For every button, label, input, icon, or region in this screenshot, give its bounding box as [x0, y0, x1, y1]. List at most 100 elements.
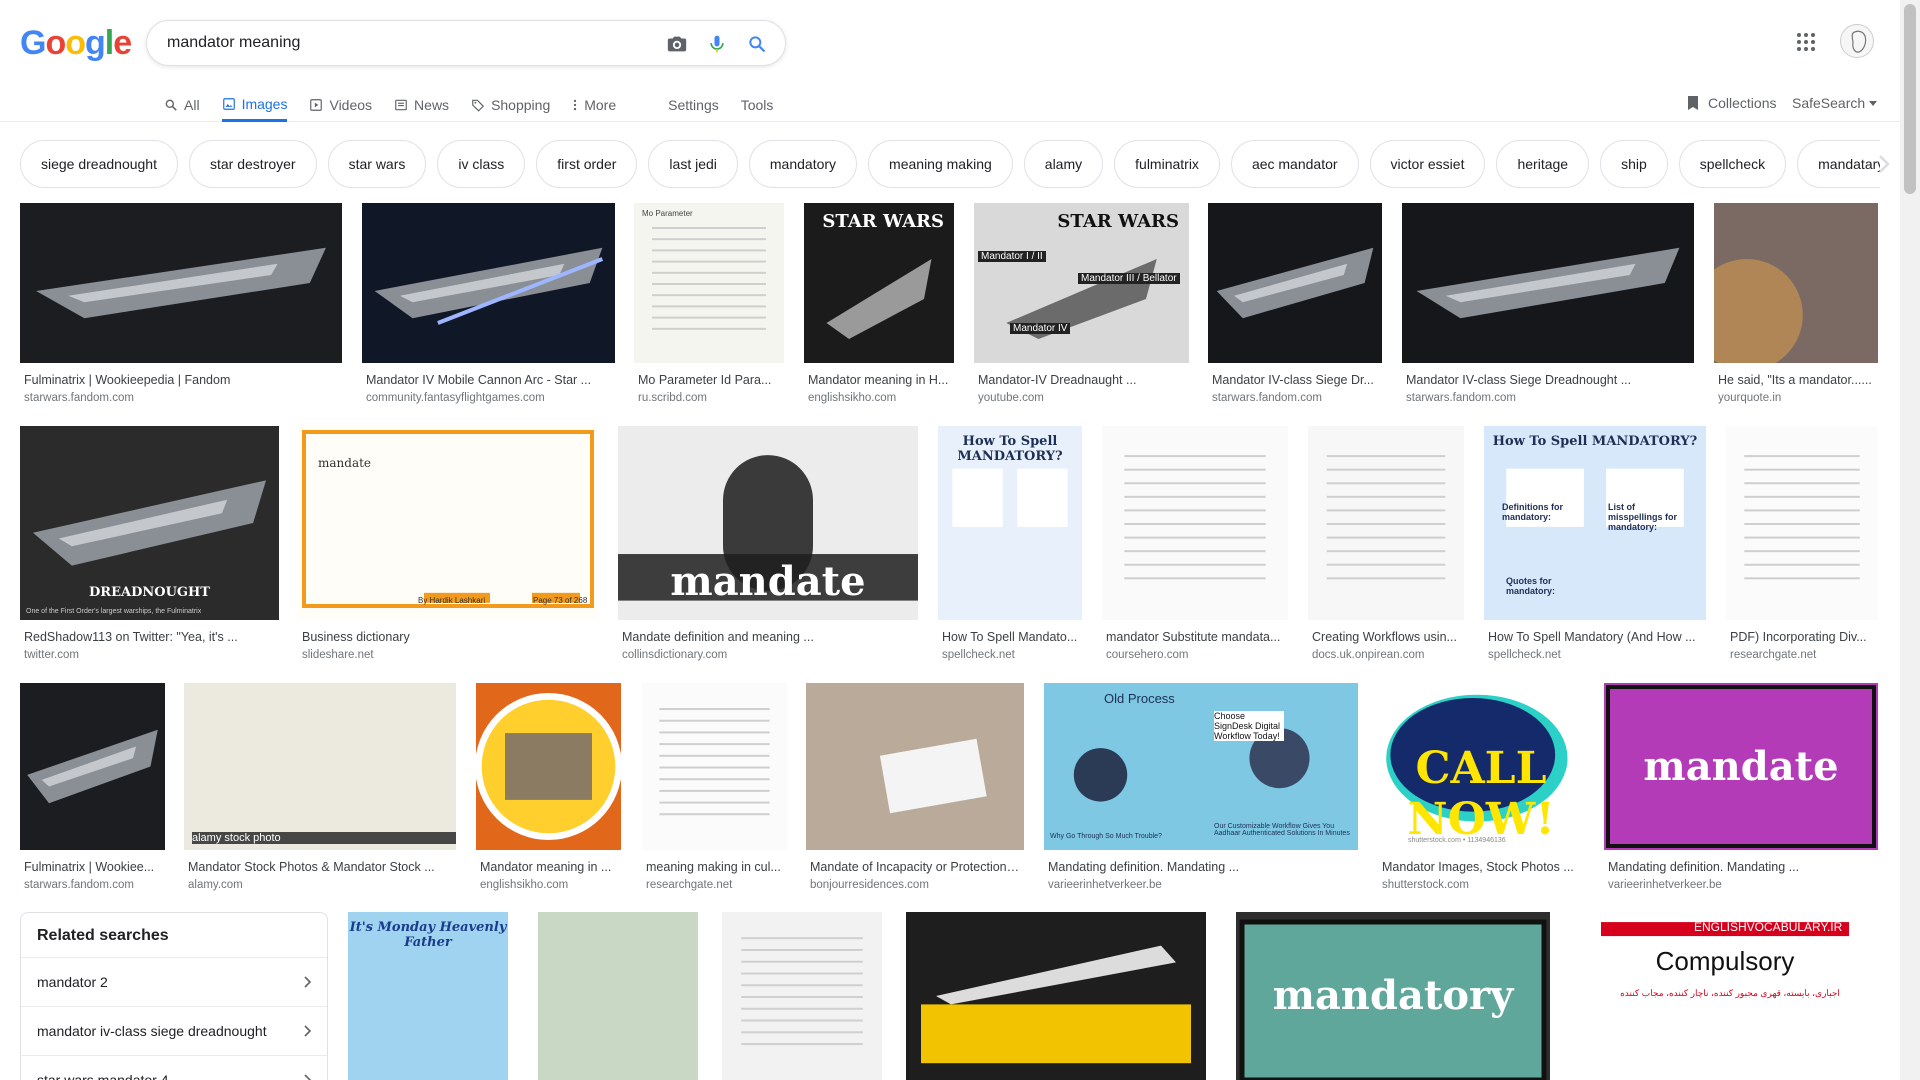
chips-next-arrow-icon[interactable]: [1876, 152, 1896, 176]
image-thumbnail[interactable]: [20, 203, 342, 363]
image-thumbnail[interactable]: mandate: [1604, 683, 1878, 850]
image-result[interactable]: Fulminatrix | Wookiee... starwars.fandom.…: [20, 683, 165, 898]
image-thumbnail[interactable]: Compulsory ENGLISHVOCABULARY.IR اجباری، با…: [1570, 912, 1880, 1080]
microphone-icon[interactable]: [705, 32, 729, 56]
image-thumbnail[interactable]: [906, 912, 1206, 1080]
image-result[interactable]: mandator Substitute mandata... coursehero…: [1102, 426, 1288, 668]
image-thumbnail[interactable]: [722, 912, 882, 1080]
result-title[interactable]: Mandator Images, Stock Photos ...: [1382, 860, 1580, 874]
image-thumbnail[interactable]: [1208, 203, 1382, 363]
image-result[interactable]: Fulminatrix | Wookieepedia | Fandom starw…: [20, 203, 342, 411]
image-result[interactable]: alamy stock photo Mandator Stock Photos &…: [184, 683, 456, 898]
image-result[interactable]: STAR WARS Mandator meaning in H... english…: [804, 203, 954, 411]
chip-mandatory[interactable]: mandatory: [748, 140, 858, 188]
image-thumbnail[interactable]: It's Monday Heavenly Father: [348, 912, 508, 1080]
image-result[interactable]: [538, 912, 698, 1080]
chip-siege-dreadnought[interactable]: siege dreadnought: [20, 140, 178, 188]
settings-link[interactable]: Settings: [668, 88, 719, 122]
image-thumbnail[interactable]: mandate: [618, 426, 918, 620]
scrollbar-thumb[interactable]: [1904, 4, 1916, 194]
apps-grid-icon[interactable]: [1794, 30, 1818, 54]
chip-star-wars[interactable]: star wars: [327, 140, 427, 188]
image-result[interactable]: Mandator IV-class Siege Dr... starwars.fa…: [1208, 203, 1382, 411]
image-result[interactable]: Mandator IV Mobile Cannon Arc - Star ...…: [362, 203, 615, 411]
image-thumbnail[interactable]: [1402, 203, 1694, 363]
tab-images[interactable]: Images: [221, 88, 288, 122]
result-title[interactable]: Business dictionary: [302, 630, 594, 644]
result-title[interactable]: Fulminatrix | Wookieepedia | Fandom: [24, 373, 338, 387]
chip-star-destroyer[interactable]: star destroyer: [189, 140, 317, 188]
result-title[interactable]: Mandating definition. Mandating ...: [1048, 860, 1354, 874]
image-result[interactable]: Compulsory ENGLISHVOCABULARY.IR اجباری، با…: [1570, 912, 1880, 1080]
result-title[interactable]: Creating Workflows usin...: [1312, 630, 1460, 644]
image-thumbnail[interactable]: CALL NOW! shutterstock.com • 1134946136: [1378, 683, 1584, 850]
result-title[interactable]: Mandator meaning in H...: [808, 373, 950, 387]
result-title[interactable]: Mandating definition. Mandating ...: [1608, 860, 1874, 874]
image-thumbnail[interactable]: [1726, 426, 1878, 620]
related-search-item[interactable]: star wars mandator 4: [21, 1055, 327, 1080]
result-title[interactable]: How To Spell Mandatory (And How ...: [1488, 630, 1702, 644]
chip-alamy[interactable]: alamy: [1023, 140, 1104, 188]
image-result[interactable]: Mo Parameter Mo Parameter Id Para... ru.sc…: [634, 203, 784, 411]
result-title[interactable]: Mo Parameter Id Para...: [638, 373, 780, 387]
tab-videos[interactable]: Videos: [309, 88, 372, 122]
image-result[interactable]: meaning making in cul... researchgate.net: [642, 683, 787, 898]
related-search-item[interactable]: mandator 2: [21, 957, 327, 1006]
account-avatar[interactable]: [1840, 24, 1874, 58]
google-logo[interactable]: Google: [20, 24, 132, 63]
result-title[interactable]: Mandator IV Mobile Cannon Arc - Star ...: [366, 373, 611, 387]
image-thumbnail[interactable]: How To Spell MANDATORY?: [938, 426, 1082, 620]
image-result[interactable]: mandate Mandating definition. Mandating .…: [1604, 683, 1878, 898]
image-thumbnail[interactable]: STAR WARS Mandator I / II Mandator III / B…: [974, 203, 1189, 363]
result-title[interactable]: PDF) Incorporating Div...: [1730, 630, 1874, 644]
result-title[interactable]: mandator Substitute mandata...: [1106, 630, 1284, 644]
camera-icon[interactable]: [665, 32, 689, 56]
image-result[interactable]: mandatory: [1236, 912, 1550, 1080]
image-thumbnail[interactable]: mandatory: [1236, 912, 1550, 1080]
image-thumbnail[interactable]: [1308, 426, 1464, 620]
tab-all[interactable]: All: [164, 88, 200, 122]
tab-more[interactable]: More: [572, 88, 616, 122]
chip-fulminatrix[interactable]: fulminatrix: [1114, 140, 1220, 188]
vertical-scrollbar[interactable]: [1900, 0, 1920, 1080]
image-thumbnail[interactable]: [806, 683, 1024, 850]
image-result[interactable]: Old Process Choose SignDesk Digital Workf…: [1044, 683, 1358, 898]
search-submit-icon[interactable]: [745, 32, 769, 56]
chip-heritage[interactable]: heritage: [1496, 140, 1590, 188]
image-result[interactable]: He said, "Its a mandator...... yourquote.…: [1714, 203, 1878, 411]
image-result[interactable]: [722, 912, 882, 1080]
chip-spellcheck[interactable]: spellcheck: [1678, 140, 1787, 188]
result-title[interactable]: Mandator-IV Dreadnaught ...: [978, 373, 1185, 387]
image-thumbnail[interactable]: [20, 683, 165, 850]
chip-aec-mandator[interactable]: aec mandator: [1230, 140, 1359, 188]
safesearch-dropdown[interactable]: SafeSearch: [1792, 88, 1878, 118]
chip-last-jedi[interactable]: last jedi: [648, 140, 738, 188]
chip-meaning-making[interactable]: meaning making: [868, 140, 1013, 188]
collections-link[interactable]: Collections: [1686, 88, 1776, 118]
result-title[interactable]: meaning making in cul...: [646, 860, 783, 874]
image-result[interactable]: DREADNOUGHT One of the First Order's larg…: [20, 426, 279, 668]
image-thumbnail[interactable]: How To Spell MANDATORY? Definitions for m…: [1484, 426, 1706, 620]
image-thumbnail[interactable]: [362, 203, 615, 363]
result-title[interactable]: He said, "Its a mandator......: [1718, 373, 1874, 387]
image-result[interactable]: [906, 912, 1206, 1080]
image-thumbnail[interactable]: [538, 912, 698, 1080]
chip-iv-class[interactable]: iv class: [437, 140, 526, 188]
result-title[interactable]: RedShadow113 on Twitter: "Yea, it's ...: [24, 630, 275, 644]
tools-link[interactable]: Tools: [741, 88, 774, 122]
result-title[interactable]: Mandator IV-class Siege Dr...: [1212, 373, 1378, 387]
image-thumbnail[interactable]: DREADNOUGHT One of the First Order's larg…: [20, 426, 279, 620]
result-title[interactable]: Mandate definition and meaning ...: [622, 630, 914, 644]
result-title[interactable]: Mandate of Incapacity or Protection ...: [810, 860, 1020, 874]
result-title[interactable]: Fulminatrix | Wookiee...: [24, 860, 161, 874]
image-thumbnail[interactable]: [642, 683, 787, 850]
chip-ship[interactable]: ship: [1600, 140, 1668, 188]
image-thumbnail[interactable]: Old Process Choose SignDesk Digital Workf…: [1044, 683, 1358, 850]
result-title[interactable]: Mandator Stock Photos & Mandator Stock .…: [188, 860, 452, 874]
result-title[interactable]: How To Spell Mandato...: [942, 630, 1078, 644]
image-result[interactable]: It's Monday Heavenly Father: [348, 912, 508, 1080]
image-thumbnail[interactable]: [476, 683, 621, 850]
image-result[interactable]: Mandate of Incapacity or Protection ... b…: [806, 683, 1024, 898]
chip-mandatary[interactable]: mandatary: [1797, 140, 1880, 188]
image-thumbnail[interactable]: alamy stock photo: [184, 683, 456, 850]
